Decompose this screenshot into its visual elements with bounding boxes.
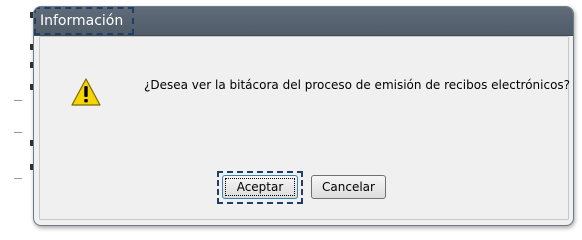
background-line bbox=[14, 132, 22, 133]
background-line bbox=[14, 100, 22, 101]
dialog-title: Información bbox=[40, 13, 124, 29]
dialog-content: ¿Desea ver la bitácora del proceso de em… bbox=[39, 36, 571, 220]
dialog-titlebar[interactable]: Información bbox=[34, 7, 573, 36]
cancel-button[interactable]: Cancelar bbox=[311, 175, 386, 199]
dialog-message: ¿Desea ver la bitácora del proceso de em… bbox=[144, 78, 571, 92]
warning-icon bbox=[71, 78, 101, 106]
focus-indicator bbox=[225, 178, 295, 196]
information-dialog: Información ¿Desea ver la bitácora del p… bbox=[33, 6, 574, 226]
cancel-button-label: Cancelar bbox=[322, 180, 375, 194]
accept-button[interactable]: Aceptar bbox=[222, 175, 298, 199]
screen: Información ¿Desea ver la bitácora del p… bbox=[0, 0, 582, 229]
background-line bbox=[14, 178, 22, 179]
